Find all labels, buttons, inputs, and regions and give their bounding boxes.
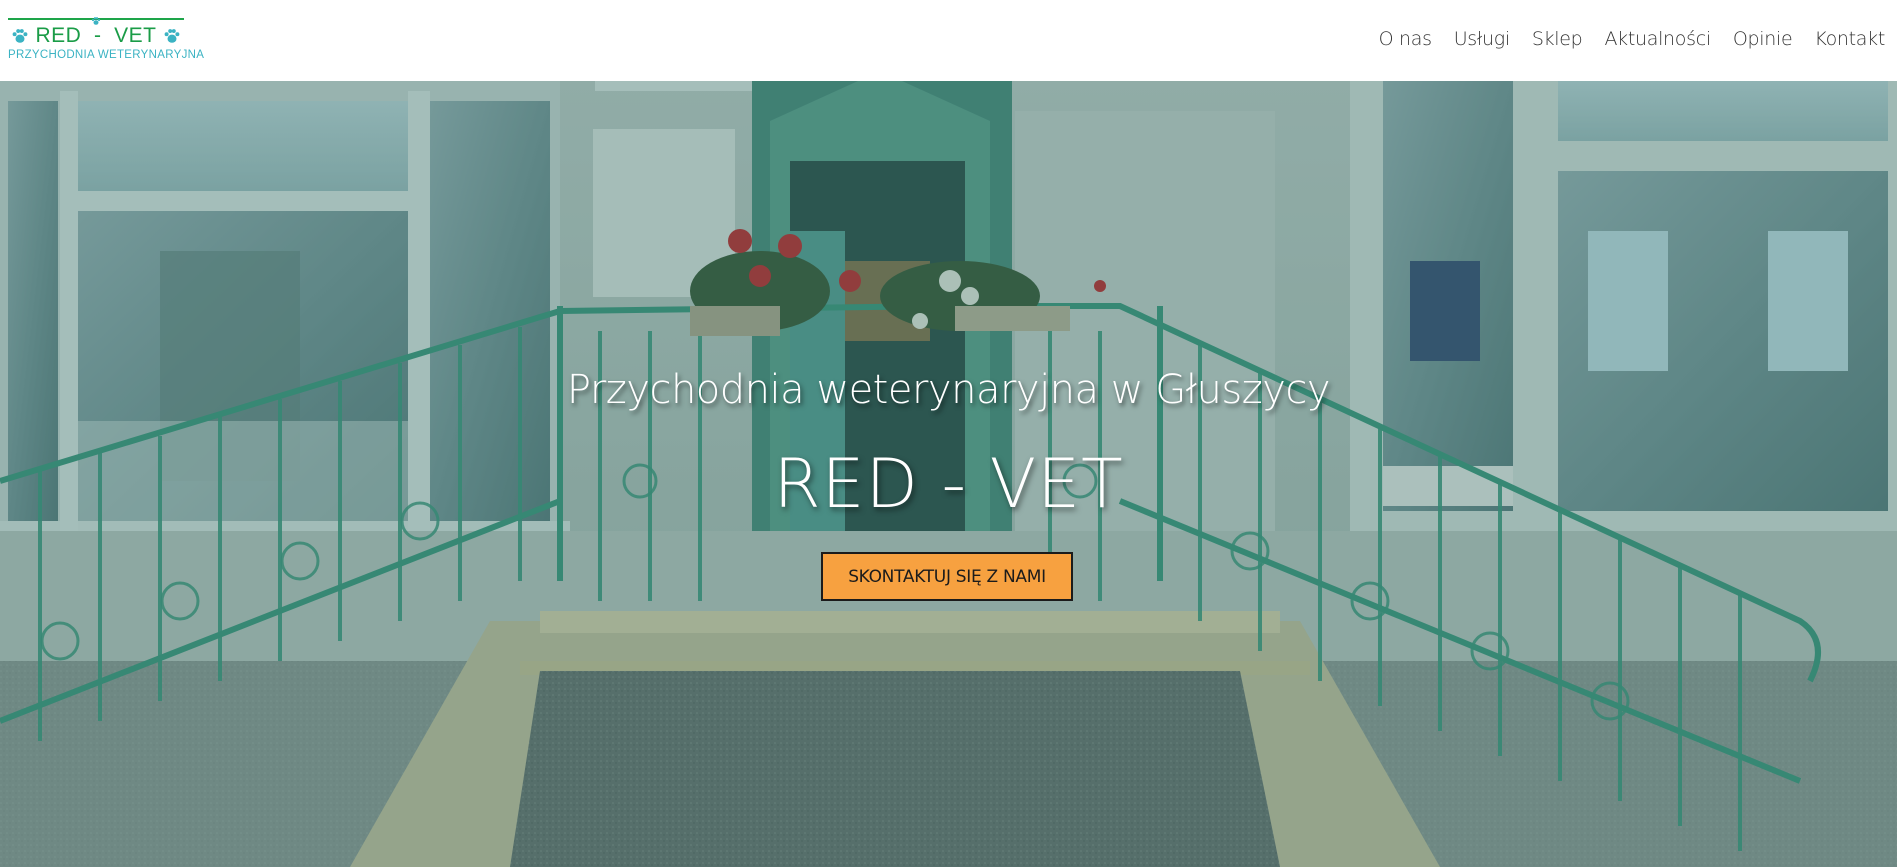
site-header: RED - VET PRZYCHODNIA WETERYNARYJNA O na… xyxy=(0,0,1897,81)
nav-item-sklep[interactable]: Sklep xyxy=(1532,24,1583,54)
nav-item-uslugi[interactable]: Usługi xyxy=(1454,24,1510,54)
paw-icon xyxy=(11,27,29,45)
logo-wordmark: RED - VET xyxy=(8,24,184,48)
nav-item-o-nas[interactable]: O nas xyxy=(1379,24,1432,54)
paw-icon xyxy=(163,27,181,45)
main-nav: O nas Usługi Sklep Aktualności Opinie Ko… xyxy=(1357,24,1886,54)
nav-item-aktualnosci[interactable]: Aktualności xyxy=(1604,24,1711,54)
logo[interactable]: RED - VET PRZYCHODNIA WETERYNARYJNA xyxy=(8,16,205,64)
nav-item-kontakt[interactable]: Kontakt xyxy=(1814,24,1885,54)
hero-subtitle: Przychodnia weterynaryjna w Głuszycy xyxy=(566,367,1331,413)
hero-title: RED - VET xyxy=(773,445,1124,524)
hero-section: Przychodnia weterynaryjna w Głuszycy RED… xyxy=(0,81,1897,867)
nav-item-opinie[interactable]: Opinie xyxy=(1733,24,1793,54)
contact-us-button[interactable]: SKONTAKTUJ SIĘ Z NAMI xyxy=(821,552,1073,601)
logo-tagline: PRZYCHODNIA WETERYNARYJNA xyxy=(8,49,205,61)
logo-name: RED - VET xyxy=(35,24,157,47)
